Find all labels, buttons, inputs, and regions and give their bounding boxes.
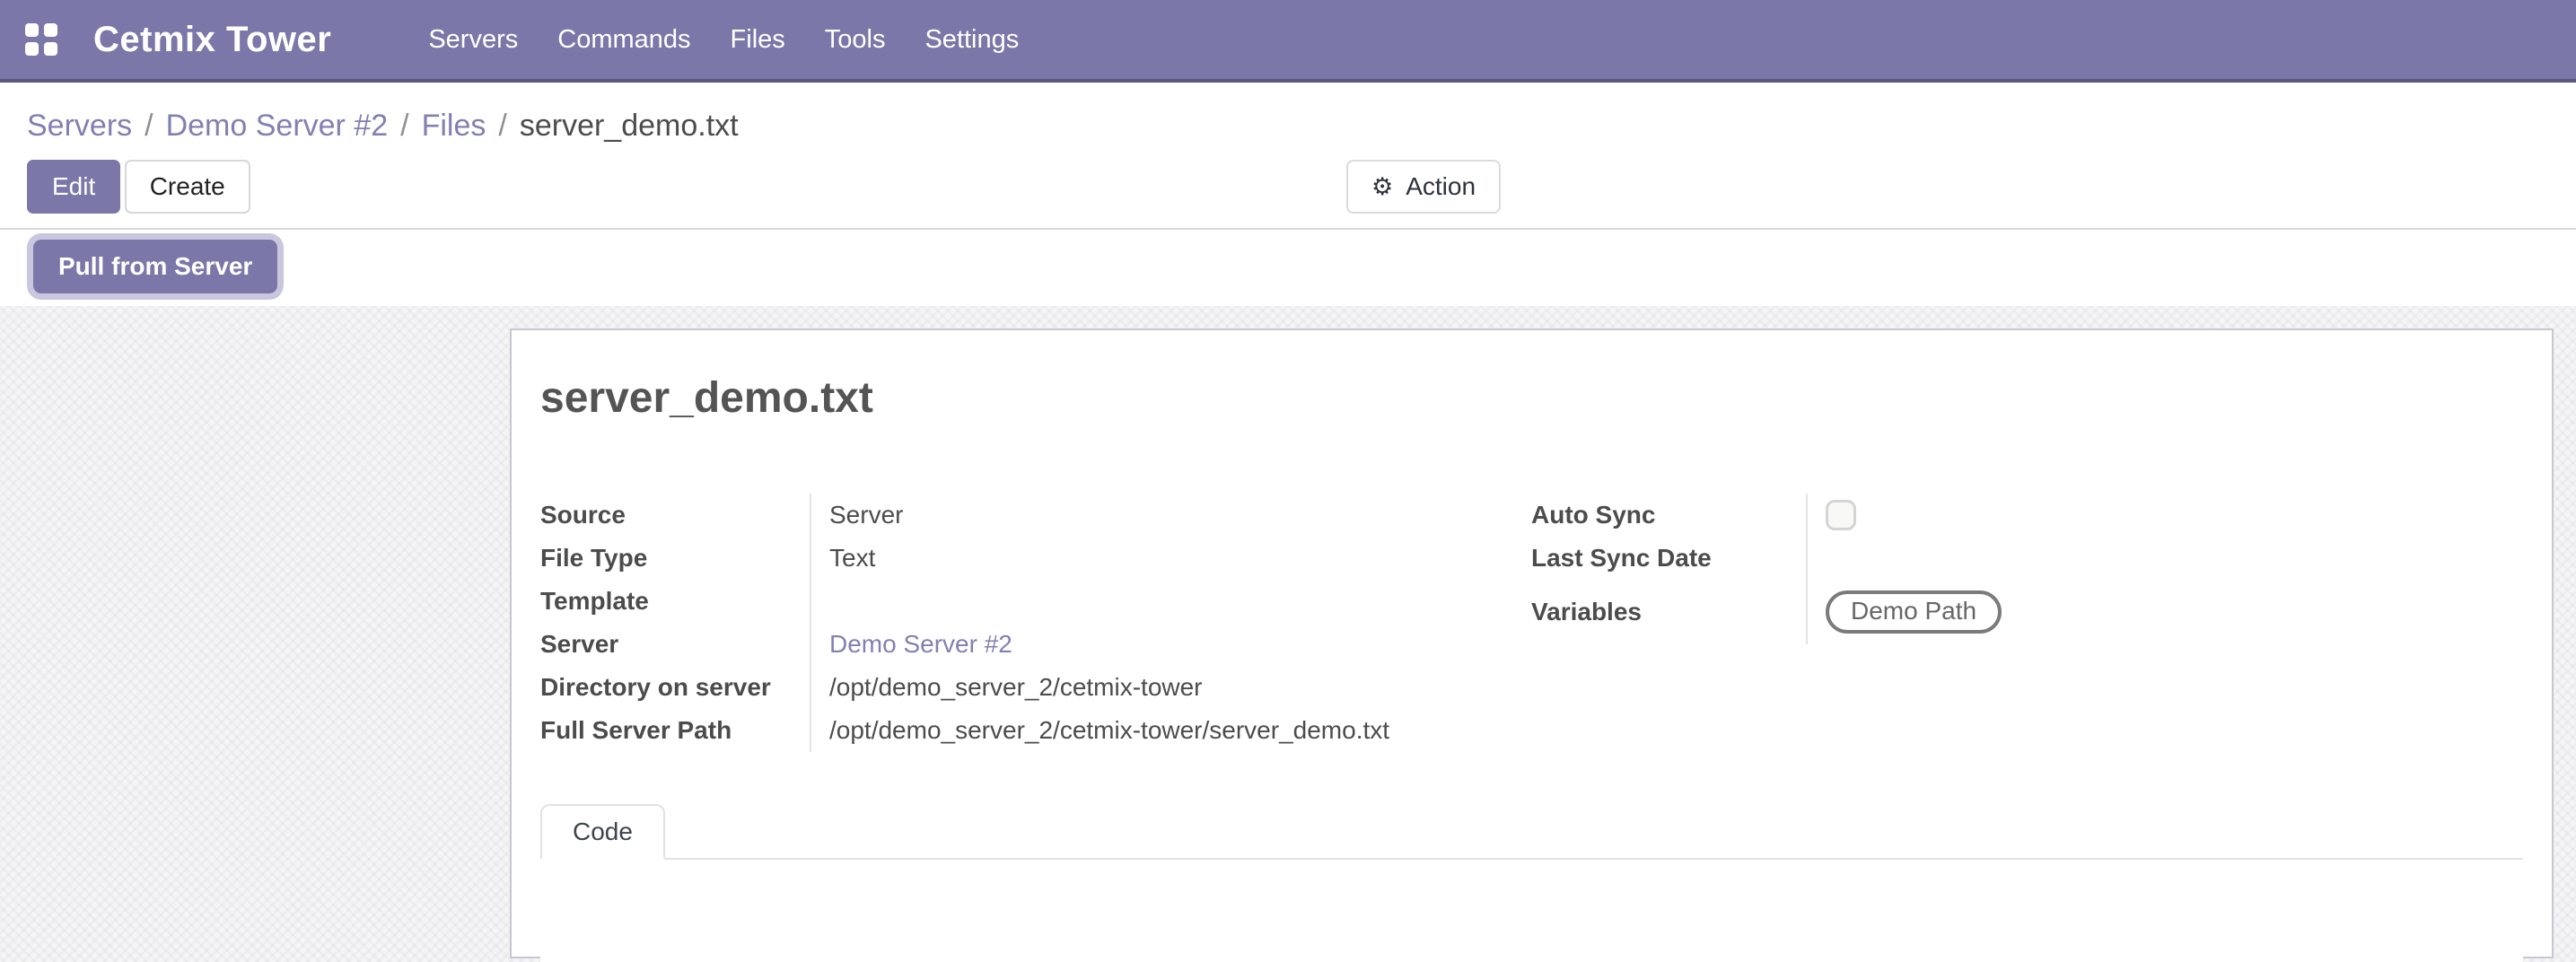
apps-grid-dot: [25, 42, 39, 56]
field-value-variables: Demo Path: [1806, 580, 2523, 644]
field-row-source: SourceServer: [540, 494, 1492, 537]
field-label-full-server-path: Full Server Path: [540, 716, 810, 745]
tab-code[interactable]: Code: [540, 804, 665, 860]
field-value-auto-sync: [1806, 494, 2523, 537]
apps-grid-dot: [44, 42, 57, 56]
auto-sync-checkbox[interactable]: [1826, 500, 1856, 530]
field-row-variables: Variables Demo Path: [1531, 580, 2523, 644]
pull-from-server-button[interactable]: Pull from Server: [33, 240, 277, 293]
apps-grid-dot: [44, 23, 57, 37]
breadcrumb-separator: /: [498, 106, 506, 145]
field-label-variables: Variables: [1531, 598, 1806, 626]
field-label-file-type: File Type: [540, 544, 810, 573]
field-value-last-sync-date: [1806, 537, 2523, 580]
field-label-template: Template: [540, 587, 810, 616]
field-value-directory-on-server: /opt/demo_server_2/cetmix-tower: [810, 666, 1492, 709]
breadcrumb-server-demo-txt: server_demo.txt: [520, 106, 739, 145]
brand-title[interactable]: Cetmix Tower: [93, 20, 331, 60]
notebook: Code: [540, 802, 2523, 962]
field-group-right: Auto Sync Last Sync Date Variables Demo Pat…: [1531, 494, 2523, 752]
field-label-directory-on-server: Directory on server: [540, 673, 810, 702]
field-label-auto-sync: Auto Sync: [1531, 501, 1806, 529]
field-row-auto-sync: Auto Sync: [1531, 494, 2523, 537]
field-group-left: SourceServerFile TypeTextTemplateServerD…: [540, 494, 1492, 752]
field-columns: SourceServerFile TypeTextTemplateServerD…: [540, 494, 2523, 752]
control-panel: Servers / Demo Server #2 / Files / server_demo…: [0, 83, 2576, 306]
nav-menu-files[interactable]: Files: [731, 25, 785, 55]
nav-menu-servers[interactable]: Servers: [428, 25, 518, 55]
field-value-template: [810, 580, 1492, 623]
main-menu: Servers Commands Files Tools Settings: [428, 25, 1019, 55]
server-link[interactable]: Demo Server #2: [829, 630, 1012, 659]
field-value-server: Demo Server #2: [810, 623, 1492, 666]
breadcrumb: Servers / Demo Server #2 / Files / server_demo…: [0, 83, 2576, 145]
create-button[interactable]: Create: [125, 160, 250, 214]
breadcrumb-separator: /: [400, 106, 408, 145]
apps-grid-dot: [25, 23, 39, 37]
button-row: Edit Create ⚙ Action: [0, 160, 2576, 212]
field-value-source: Server: [810, 494, 1492, 537]
edit-button[interactable]: Edit: [27, 160, 120, 214]
field-label-server: Server: [540, 630, 810, 659]
tab-content-code: [540, 860, 2523, 962]
field-label-last-sync-date: Last Sync Date: [1531, 544, 1806, 573]
nav-menu-commands[interactable]: Commands: [557, 25, 690, 55]
field-row-template: Template: [540, 580, 1492, 623]
field-value-full-server-path: /opt/demo_server_2/cetmix-tower/server_d…: [810, 709, 1492, 752]
action-button[interactable]: ⚙ Action: [1346, 160, 1501, 214]
field-row-full-server-path: Full Server Path/opt/demo_server_2/cetmi…: [540, 709, 1492, 752]
field-label-source: Source: [540, 501, 810, 529]
field-row-server: Server Demo Server #2: [540, 623, 1492, 666]
breadcrumb-files[interactable]: Files: [422, 106, 486, 145]
field-value-file-type: Text: [810, 537, 1492, 580]
nav-menu-tools[interactable]: Tools: [825, 25, 886, 55]
variable-tag-demo-path[interactable]: Demo Path: [1826, 590, 2002, 634]
status-bar: Pull from Server: [0, 228, 2576, 306]
breadcrumb-separator: /: [145, 106, 153, 145]
form-sheet: server_demo.txt SourceServerFile TypeTex…: [510, 328, 2554, 958]
field-row-file-type: File TypeText: [540, 537, 1492, 580]
record-title: server_demo.txt: [540, 372, 2523, 425]
action-button-label: Action: [1406, 172, 1476, 201]
gear-icon: ⚙: [1371, 175, 1393, 199]
tab-strip: Code: [540, 802, 2523, 860]
nav-menu-settings[interactable]: Settings: [924, 25, 1019, 55]
top-navbar: Cetmix Tower ServersCommandsFilesToolsSe…: [0, 0, 2576, 83]
breadcrumb-demo-server-2[interactable]: Demo Server #2: [166, 106, 389, 145]
field-row-last-sync-date: Last Sync Date: [1531, 537, 2523, 580]
form-background: server_demo.txt SourceServerFile TypeTex…: [0, 306, 2576, 962]
apps-grid-icon[interactable]: [25, 23, 57, 56]
field-row-directory-on-server: Directory on server/opt/demo_server_2/ce…: [540, 666, 1492, 709]
breadcrumb-servers[interactable]: Servers: [27, 106, 132, 145]
